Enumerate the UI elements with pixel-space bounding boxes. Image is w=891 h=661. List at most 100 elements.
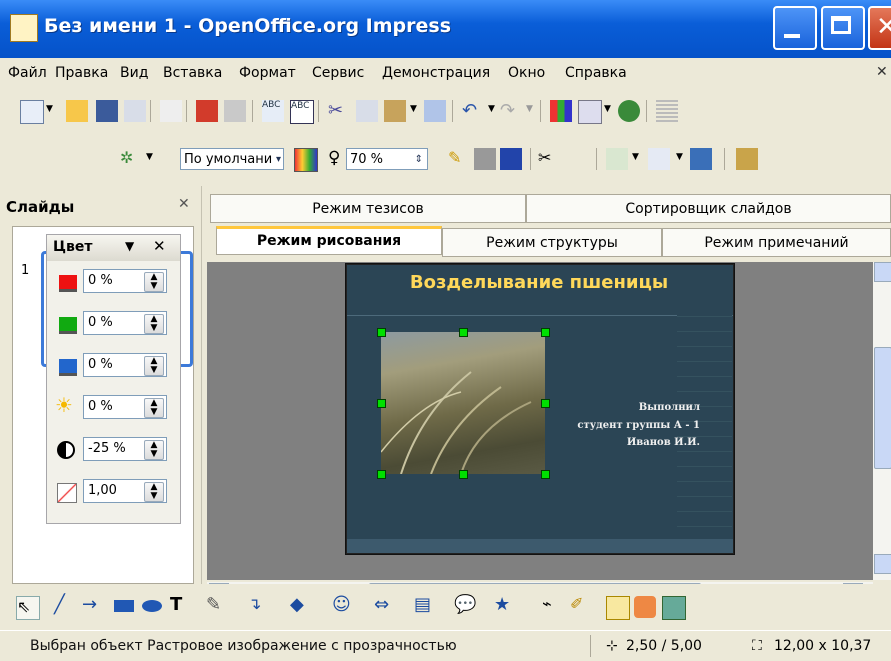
close-document-icon[interactable]: ✕ [876, 64, 888, 80]
marker-icon[interactable]: ✎ [448, 148, 470, 170]
fontwork-icon[interactable]: ✐ [570, 594, 592, 616]
menu-edit[interactable]: Правка [55, 65, 108, 81]
close-icon[interactable]: ✕ [178, 196, 190, 212]
close-button[interactable]: ✕ [868, 6, 891, 50]
transparency-field[interactable]: 70 % ⇕ [346, 148, 428, 170]
block-arrows-icon[interactable]: ⇔ [374, 594, 396, 616]
slide-title[interactable]: Возделывание пшеницы [346, 272, 732, 293]
vertical-scrollbar[interactable] [873, 262, 891, 580]
slide-layout-icon[interactable] [606, 148, 628, 170]
color-filter-icon[interactable] [294, 148, 318, 172]
spin-icon[interactable]: ▲ ▼ [144, 272, 164, 292]
save-icon[interactable] [96, 100, 118, 122]
connector-icon[interactable]: ↴ [248, 594, 270, 616]
spin-icon[interactable]: ▲ ▼ [144, 398, 164, 418]
frame-icon[interactable] [500, 148, 522, 170]
spin-icon[interactable]: ▲ ▼ [144, 440, 164, 460]
shadow-icon[interactable] [474, 148, 496, 170]
slide-text-line[interactable]: Иванов И.И. [560, 437, 700, 448]
spellcheck-icon[interactable]: ABC [262, 100, 284, 122]
selection-handle[interactable] [459, 328, 468, 337]
new-slide-icon[interactable] [648, 148, 670, 170]
gamma-field[interactable]: 1,00 ▲ ▼ [83, 479, 167, 503]
slide-text-line[interactable]: Выполнил [560, 402, 700, 413]
navigator-icon[interactable] [618, 100, 640, 122]
maximize-button[interactable] [821, 6, 865, 50]
symbol-shapes-icon[interactable]: ☺ [332, 594, 354, 616]
dropdown-arrow-icon[interactable]: ▼ [526, 104, 533, 114]
export-pdf-icon[interactable] [196, 100, 218, 122]
autospellcheck-icon[interactable]: ABC [290, 100, 314, 124]
dropdown-arrow-icon[interactable]: ▼ [46, 104, 53, 114]
undo-icon[interactable]: ↶ [462, 100, 484, 122]
flowchart-icon[interactable]: ▤ [414, 594, 436, 616]
line-icon[interactable]: ╱ [54, 594, 76, 616]
slide-text-line[interactable]: студент группы А - 1 [555, 420, 700, 431]
close-icon[interactable]: ✕ [153, 237, 166, 255]
selection-handle[interactable] [541, 470, 550, 479]
basic-shapes-icon[interactable]: ◆ [290, 594, 312, 616]
paste-icon[interactable] [384, 100, 406, 122]
dropdown-arrow-icon[interactable]: ▼ [410, 104, 417, 114]
arrow-line-icon[interactable]: → [82, 594, 104, 616]
selection-handle[interactable] [541, 399, 550, 408]
selection-handle[interactable] [377, 470, 386, 479]
menu-tools[interactable]: Сервис [312, 65, 364, 81]
grid-icon[interactable] [656, 100, 678, 122]
dropdown-arrow-icon[interactable]: ▼ [632, 152, 639, 162]
chart-icon[interactable] [550, 100, 572, 122]
dropdown-arrow-icon[interactable]: ▼ [146, 152, 153, 162]
selection-handle[interactable] [377, 328, 386, 337]
tab-notes-view[interactable]: Режим примечаний [662, 228, 891, 257]
contrast-field[interactable]: -25 % ▲ ▼ [83, 437, 167, 461]
format-paintbrush-icon[interactable] [424, 100, 446, 122]
image-icon[interactable] [662, 596, 686, 620]
menu-slideshow[interactable]: Демонстрация [382, 65, 490, 81]
text-icon[interactable]: T [170, 594, 192, 616]
selection-handle[interactable] [541, 328, 550, 337]
dropdown-arrow-icon[interactable]: ▼ [604, 104, 611, 114]
freeform-icon[interactable]: ✎ [206, 594, 228, 616]
slideshow-icon[interactable] [690, 148, 712, 170]
green-field[interactable]: 0 % ▲ ▼ [83, 311, 167, 335]
selection-handle[interactable] [459, 470, 468, 479]
tab-outline-handout[interactable]: Режим тезисов [210, 194, 526, 223]
style-select[interactable]: По умолчани ▾ [180, 148, 284, 170]
menu-file[interactable]: Файл [8, 65, 47, 81]
dropdown-arrow-icon[interactable]: ▼ [676, 152, 683, 162]
scroll-thumb[interactable] [874, 347, 891, 469]
tab-outline-view[interactable]: Режим структуры [442, 228, 662, 257]
red-field[interactable]: 0 % ▲ ▼ [83, 269, 167, 293]
cut-icon[interactable]: ✂ [328, 100, 350, 122]
table-icon[interactable] [578, 100, 602, 124]
tab-slide-sorter[interactable]: Сортировщик слайдов [526, 194, 891, 223]
edit-file-icon[interactable] [160, 100, 182, 122]
crop-icon[interactable]: ✂ [538, 148, 560, 170]
email-icon[interactable] [124, 100, 146, 122]
copy-icon[interactable] [356, 100, 378, 122]
gallery-icon[interactable] [634, 596, 656, 618]
rectangle-icon[interactable] [114, 600, 134, 612]
minimize-button[interactable] [773, 6, 817, 50]
stars-icon[interactable]: ★ [494, 594, 516, 616]
color-toolbar-header[interactable]: Цвет ▼ ✕ [47, 235, 180, 261]
points-icon[interactable]: ⌁ [542, 594, 564, 616]
spin-icon[interactable]: ⇕ [415, 149, 423, 171]
menu-window[interactable]: Окно [508, 65, 545, 81]
redo-icon[interactable]: ↷ [500, 100, 522, 122]
ellipse-icon[interactable] [142, 600, 162, 612]
new-document-icon[interactable] [20, 100, 44, 124]
brightness-field[interactable]: 0 % ▲ ▼ [83, 395, 167, 419]
blue-field[interactable]: 0 % ▲ ▼ [83, 353, 167, 377]
toolbar-menu-icon[interactable]: ▼ [125, 239, 134, 253]
scroll-up-icon[interactable] [874, 262, 891, 282]
select-arrow-icon[interactable]: ⇖ [16, 596, 40, 620]
from-file-icon[interactable] [606, 596, 630, 620]
menu-help[interactable]: Справка [565, 65, 627, 81]
spin-icon[interactable]: ▲ ▼ [144, 314, 164, 334]
wheat-image[interactable] [380, 332, 545, 475]
slide-design-icon[interactable]: ✲ [120, 148, 142, 170]
spin-icon[interactable]: ▲ ▼ [144, 356, 164, 376]
selection-handle[interactable] [377, 399, 386, 408]
view-icon[interactable] [736, 148, 758, 170]
